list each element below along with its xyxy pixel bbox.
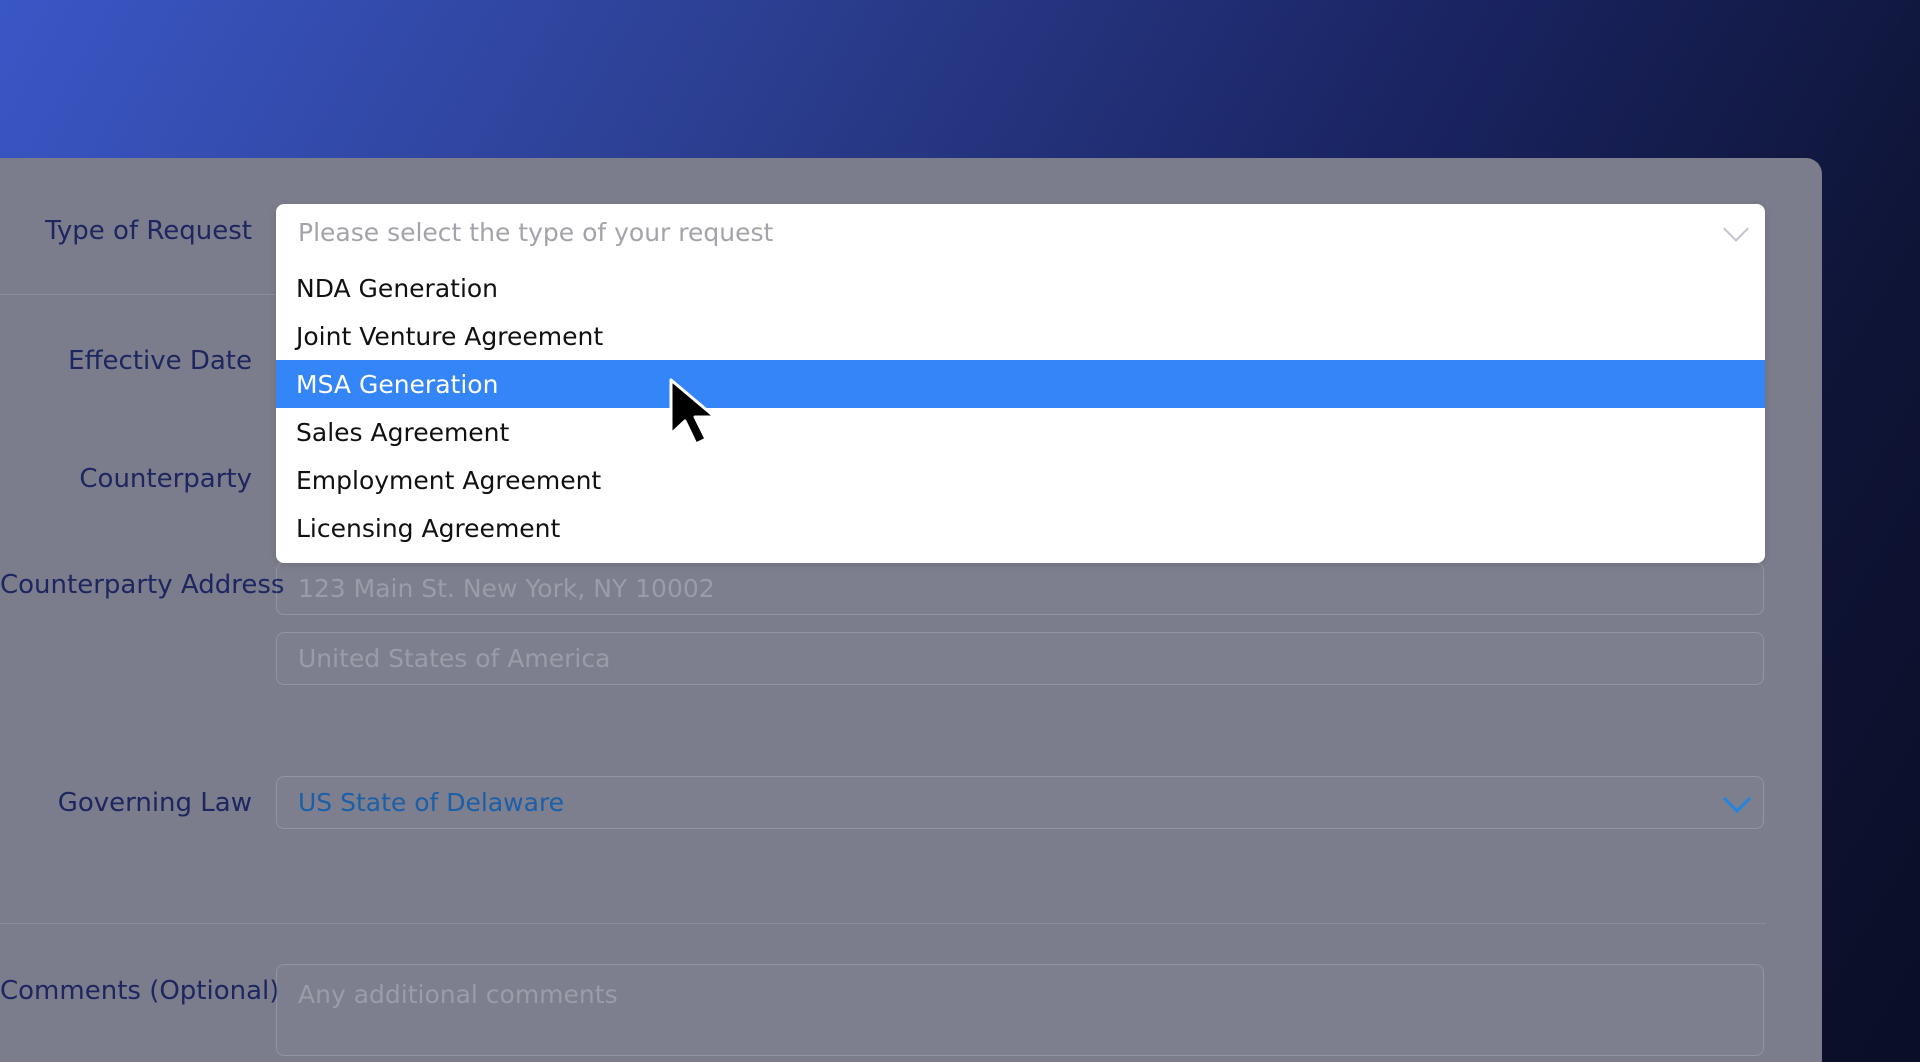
chevron-down-icon (1722, 784, 1752, 813)
counterparty-country-input[interactable]: United States of America (276, 632, 1764, 685)
governing-law-value: US State of Delaware (298, 788, 565, 817)
counterparty-label: Counterparty (79, 464, 252, 494)
comments-label: Comments (Optional) (0, 976, 280, 1006)
option-employment-agreement[interactable]: Employment Agreement (276, 456, 1765, 504)
option-msa-generation[interactable]: MSA Generation (276, 360, 1765, 408)
comments-textarea[interactable]: Any additional comments (276, 964, 1764, 1056)
governing-law-label: Governing Law (57, 788, 252, 818)
governing-law-select[interactable]: US State of Delaware (276, 776, 1764, 829)
option-sales-agreement[interactable]: Sales Agreement (276, 408, 1765, 456)
counterparty-address-label: Counterparty Address (0, 570, 285, 600)
type-of-request-label: Type of Request (45, 216, 252, 246)
option-licensing-agreement[interactable]: Licensing Agreement (276, 504, 1765, 552)
type-of-request-options: NDA Generation Joint Venture Agreement M… (276, 264, 1765, 552)
type-of-request-select[interactable]: Please select the type of your request (276, 204, 1765, 260)
chevron-down-icon (1723, 216, 1749, 242)
counterparty-street-input[interactable]: 123 Main St. New York, NY 10002 (276, 562, 1764, 615)
type-of-request-dropdown[interactable]: Please select the type of your request N… (276, 204, 1765, 563)
option-nda-generation[interactable]: NDA Generation (276, 264, 1765, 312)
type-of-request-placeholder: Please select the type of your request (298, 217, 774, 247)
option-joint-venture-agreement[interactable]: Joint Venture Agreement (276, 312, 1765, 360)
effective-date-label: Effective Date (68, 346, 252, 376)
divider (0, 923, 1766, 924)
